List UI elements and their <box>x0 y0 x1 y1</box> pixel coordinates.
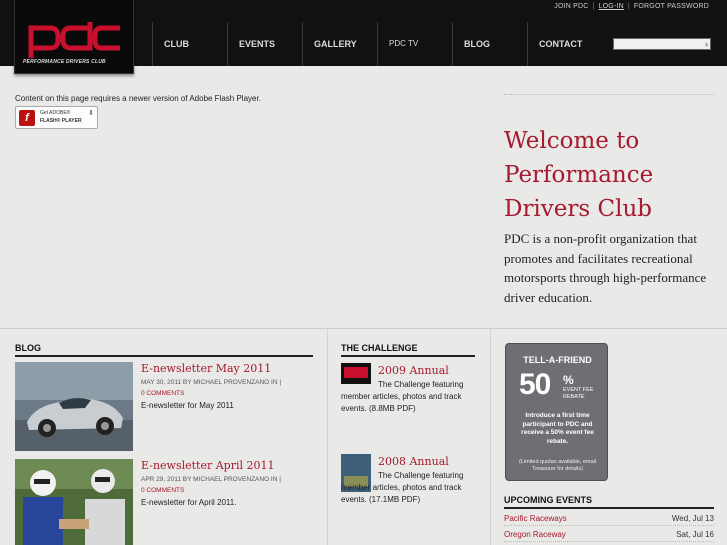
post-thumbnail-drivers[interactable] <box>15 459 133 545</box>
post-meta: APR 29, 2011 BY MICHAEL PROVENZANO IN | … <box>141 475 321 496</box>
heading-rule <box>15 355 313 357</box>
flash-icon: f <box>19 110 35 126</box>
nav-blog[interactable]: BLOG <box>452 22 527 66</box>
nav-club[interactable]: CLUB <box>152 22 227 66</box>
event-date: Wed, Jul 13 <box>671 514 714 523</box>
challenge-heading: THE CHALLENGE <box>341 343 418 353</box>
heading-rule <box>504 507 714 509</box>
search-icon[interactable]: › <box>705 39 708 50</box>
nav-contact[interactable]: CONTACT <box>527 22 602 66</box>
join-pdc-link[interactable]: JOIN PDC <box>554 3 588 10</box>
post-description: E-newsletter for May 2011 <box>141 401 234 410</box>
post-title[interactable]: E-newsletter April 2011 <box>141 459 275 472</box>
search-input[interactable]: › <box>613 38 711 50</box>
welcome-intro: PDC is a non-profit organization that pr… <box>504 231 707 305</box>
top-links: JOIN PDC | LOG-IN | FORGOT PASSWORD <box>554 3 709 10</box>
promo-rebate-value: 50 <box>519 368 551 401</box>
flash-button-line2: FLASH® PLAYER <box>40 118 82 124</box>
challenge-description: The Challenge featuring member articles,… <box>341 471 464 504</box>
post-byline: MAY 30, 2011 BY MICHAEL PROVENZANO IN | <box>141 379 282 386</box>
flash-notice: Content on this page requires a newer ve… <box>15 94 261 103</box>
nav-events[interactable]: EVENTS <box>227 22 302 66</box>
comments-link[interactable]: 0 COMMENTS <box>141 389 321 400</box>
welcome-heading: Welcome to Performance Drivers Club <box>504 128 654 222</box>
promo-rebate-label: EVENT FEE REBATE <box>563 387 594 400</box>
comments-link[interactable]: 0 COMMENTS <box>141 486 321 497</box>
event-date: Sat, Jul 16 <box>676 530 714 539</box>
nav-gallery[interactable]: GALLERY <box>302 22 377 66</box>
pdc-logo-mark <box>28 22 120 58</box>
separator: | <box>627 3 630 10</box>
promo-heading: TELL-A-FRIEND <box>523 355 592 365</box>
login-link[interactable]: LOG-IN <box>599 3 624 10</box>
column-divider <box>327 328 328 545</box>
challenge-title[interactable]: 2009 Annual <box>378 364 449 377</box>
pdc-mini-logo <box>344 367 368 378</box>
forgot-password-link[interactable]: FORGOT PASSWORD <box>634 3 709 10</box>
column-divider <box>490 328 491 545</box>
flash-button-line1: Get ADOBE® <box>40 110 71 116</box>
nav-pdc-tv[interactable]: PDC TV <box>377 22 452 66</box>
event-name[interactable]: Pacific Raceways <box>504 514 567 523</box>
divider <box>504 94 714 95</box>
download-icon: ⬇ <box>88 110 94 117</box>
challenge-title[interactable]: 2008 Annual <box>378 455 449 468</box>
post-thumbnail-car[interactable] <box>15 362 133 451</box>
promo-body: Introduce a first time participant to PD… <box>521 412 594 445</box>
promo-percent-sign: % <box>563 373 574 387</box>
challenge-description: The Challenge featuring member articles,… <box>341 380 464 413</box>
separator: | <box>592 3 595 10</box>
post-byline: APR 29, 2011 BY MICHAEL PROVENZANO IN | <box>141 476 281 483</box>
logo-subtext: PERFORMANCE DRIVERS CLUB <box>23 59 106 65</box>
pdc-logo[interactable]: PERFORMANCE DRIVERS CLUB <box>14 0 134 74</box>
promo-footnote: (Limited quotas available, email Treasur… <box>518 459 597 472</box>
post-description: E-newsletter for April 2011. <box>141 498 237 507</box>
post-title[interactable]: E-newsletter May 2011 <box>141 362 271 375</box>
main-nav: CLUB EVENTS GALLERY PDC TV BLOG CONTACT <box>152 22 602 66</box>
heading-rule <box>341 355 475 357</box>
upcoming-events-heading: UPCOMING EVENTS <box>504 495 593 505</box>
event-row[interactable]: Pacific Raceways Wed, Jul 13 <box>504 510 714 526</box>
tell-a-friend-banner[interactable]: TELL-A-FRIEND 50 % EVENT FEE REBATE Intr… <box>505 343 608 481</box>
post-meta: MAY 30, 2011 BY MICHAEL PROVENZANO IN | … <box>141 378 321 399</box>
event-row[interactable]: Oregon Raceway Sat, Jul 16 <box>504 526 714 542</box>
event-name[interactable]: Oregon Raceway <box>504 530 566 539</box>
get-flash-button[interactable]: f Get ADOBE® FLASH® PLAYER ⬇ <box>15 106 98 129</box>
blog-heading: BLOG <box>15 343 41 353</box>
